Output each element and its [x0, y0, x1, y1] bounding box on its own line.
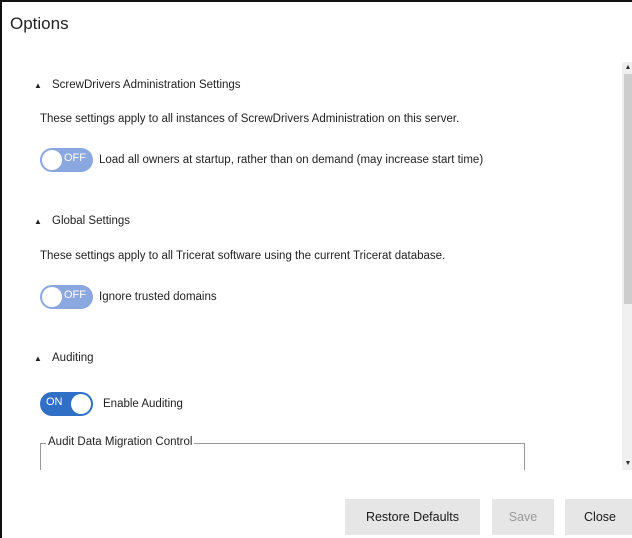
close-button[interactable]: Close [565, 499, 632, 535]
save-button[interactable]: Save [492, 499, 554, 535]
toggle-state: OFF [64, 152, 86, 164]
section-title: Global Settings [52, 215, 130, 227]
section-header-screwdrivers[interactable]: ▲ ScrewDrivers Administration Settings [34, 79, 241, 91]
scroll-thumb[interactable] [624, 74, 632, 304]
ignore-domains-toggle-row: OFF Ignore trusted domains [40, 285, 217, 309]
chevron-up-icon: ▲ [34, 216, 42, 226]
chevron-up-icon: ▲ [34, 353, 42, 363]
section-title: Auditing [52, 352, 94, 364]
section-description: These settings apply to all Tricerat sof… [40, 250, 446, 262]
toggle-label: Enable Auditing [103, 398, 183, 410]
section-description: These settings apply to all instances of… [40, 113, 460, 125]
toggle-knob [42, 287, 62, 307]
section-header-global[interactable]: ▲ Global Settings [34, 215, 130, 227]
section-header-auditing[interactable]: ▲ Auditing [34, 352, 94, 364]
chevron-up-icon: ▲ [34, 80, 42, 90]
load-owners-toggle[interactable]: OFF [40, 148, 93, 172]
ignore-domains-toggle[interactable]: OFF [40, 285, 93, 309]
dialog-title: Options [10, 14, 69, 33]
options-dialog: Options ▲ ScrewDrivers Administration Se… [0, 0, 632, 538]
audit-migration-group: Audit Data Migration Control [40, 436, 525, 470]
section-title: ScrewDrivers Administration Settings [52, 79, 241, 91]
vertical-scrollbar[interactable]: ▲ ▼ [622, 62, 632, 470]
toggle-knob [71, 394, 91, 414]
toggle-label: Load all owners at startup, rather than … [99, 154, 484, 166]
scroll-up-arrow-icon[interactable]: ▲ [622, 62, 632, 74]
load-owners-toggle-row: OFF Load all owners at startup, rather t… [40, 148, 483, 172]
toggle-label: Ignore trusted domains [99, 291, 217, 303]
restore-defaults-button[interactable]: Restore Defaults [345, 499, 480, 535]
toggle-state: OFF [64, 289, 86, 301]
enable-auditing-toggle-row: ON Enable Auditing [40, 392, 183, 416]
toggle-knob [42, 150, 62, 170]
toggle-state: ON [46, 396, 63, 408]
settings-panel: ▲ ScrewDrivers Administration Settings T… [2, 62, 622, 470]
enable-auditing-toggle[interactable]: ON [40, 392, 93, 416]
scroll-down-arrow-icon[interactable]: ▼ [622, 458, 632, 470]
group-label: Audit Data Migration Control [46, 436, 195, 448]
